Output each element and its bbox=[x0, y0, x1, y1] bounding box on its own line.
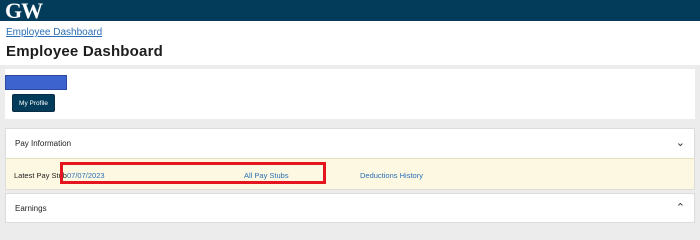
pay-information-title: Pay Information bbox=[15, 138, 72, 148]
redacted-name-block bbox=[5, 75, 67, 90]
earnings-title: Earnings bbox=[15, 203, 47, 213]
earnings-panel: Earnings ⌃ bbox=[5, 193, 695, 223]
profile-card bbox=[5, 69, 695, 119]
top-navigation-bar: GW bbox=[0, 0, 700, 22]
deductions-history-link[interactable]: Deductions History bbox=[360, 171, 423, 180]
chevron-up-icon[interactable]: ⌃ bbox=[676, 202, 685, 214]
gw-logo[interactable]: GW bbox=[5, 0, 43, 22]
pay-information-header[interactable]: Pay Information ⌄ bbox=[6, 129, 694, 157]
my-profile-button[interactable]: My Profile bbox=[12, 94, 55, 112]
breadcrumb-employee-dashboard[interactable]: Employee Dashboard bbox=[6, 27, 102, 38]
chevron-down-icon[interactable]: ⌄ bbox=[676, 137, 685, 149]
page-title: Employee Dashboard bbox=[6, 43, 163, 60]
highlight-annotation-box bbox=[60, 162, 326, 184]
latest-pay-stub-label: Latest Pay Stub bbox=[14, 171, 67, 180]
earnings-header[interactable]: Earnings ⌃ bbox=[6, 194, 694, 222]
